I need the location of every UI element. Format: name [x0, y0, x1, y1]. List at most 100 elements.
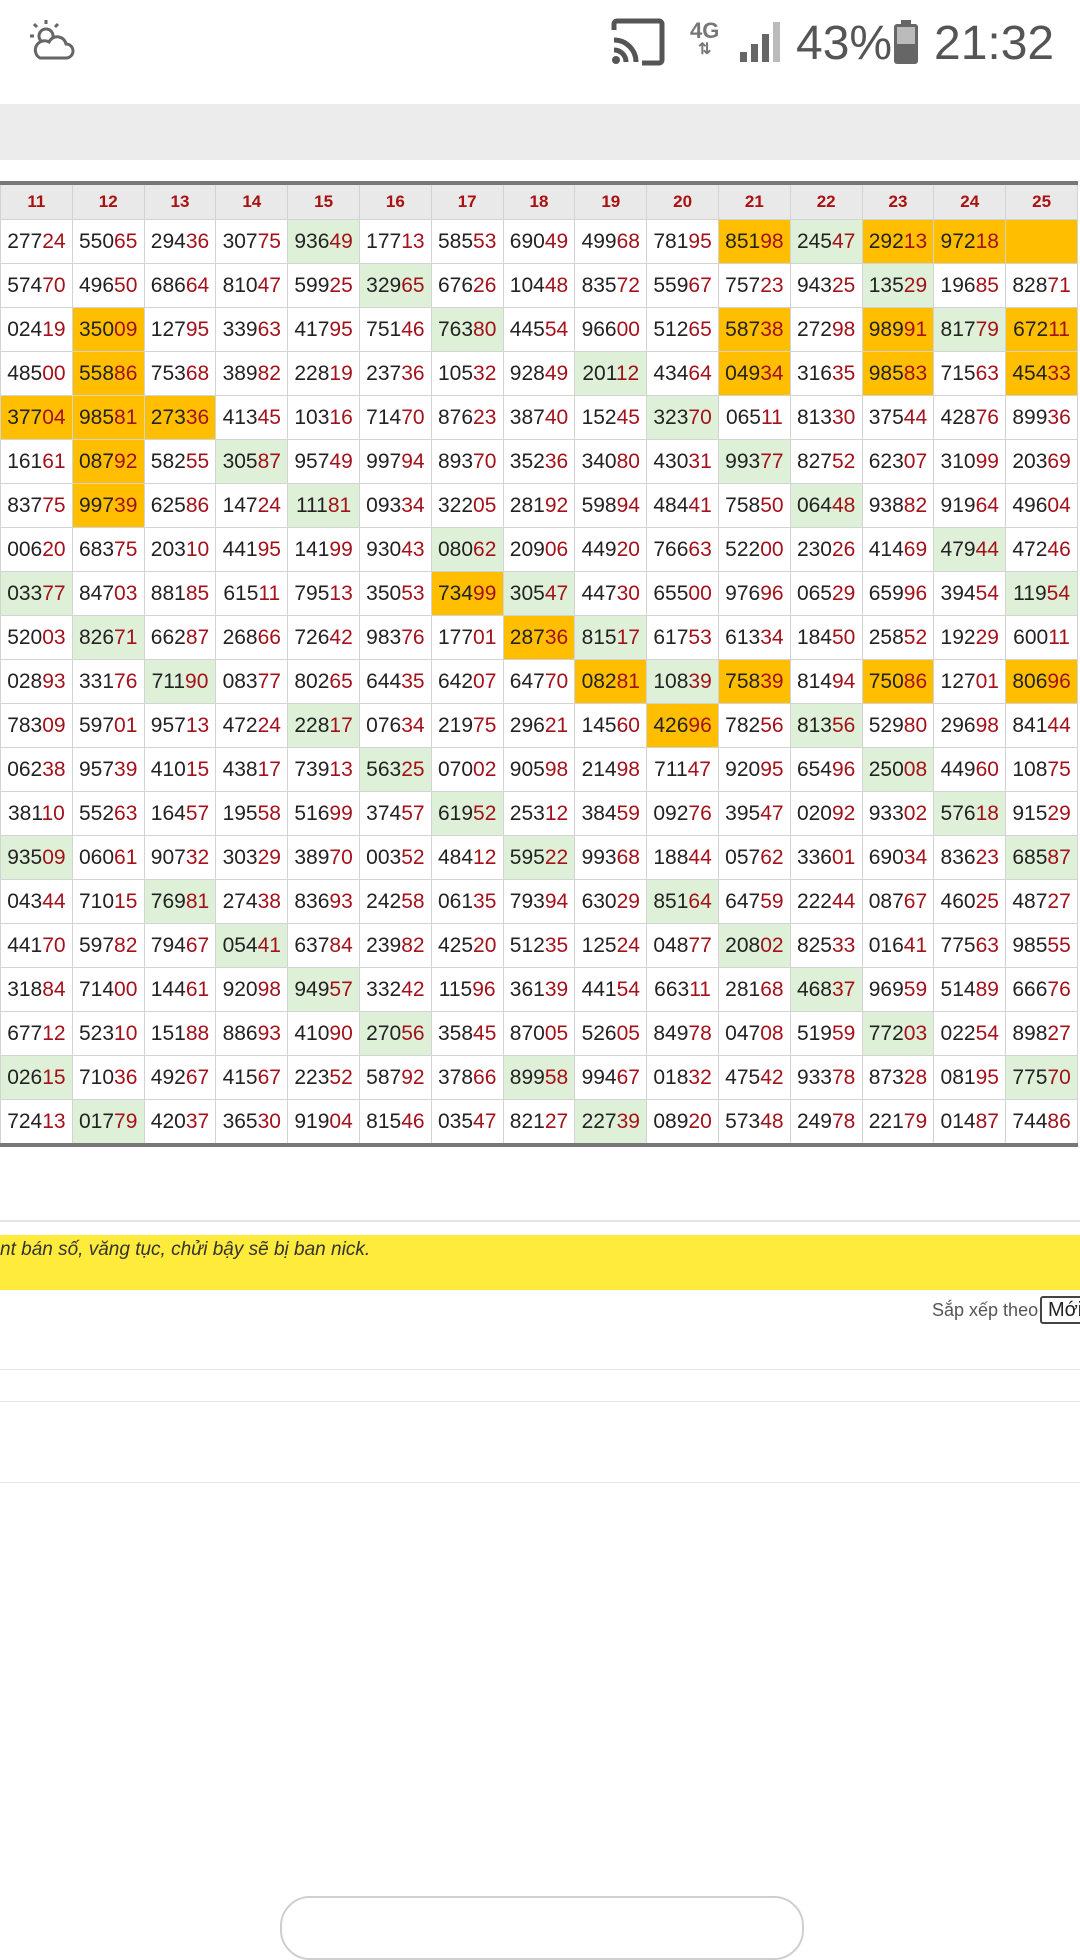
table-cell: 36139 — [502, 967, 576, 1012]
table-cell: 08281 — [574, 659, 648, 704]
table-cell: 22819 — [287, 351, 360, 396]
table-cell: 58792 — [358, 1055, 432, 1100]
column-header: 18 — [502, 182, 576, 220]
table-cell: 75839 — [717, 659, 791, 704]
table-cell: 83775 — [0, 483, 73, 528]
table-cell: 08792 — [71, 439, 145, 484]
table-cell: 04934 — [717, 351, 791, 396]
table-cell: 66287 — [143, 615, 217, 660]
table-cell: 24258 — [358, 879, 432, 924]
table-cell: 59925 — [287, 263, 360, 308]
table-cell: 02254 — [933, 1011, 1007, 1056]
table-cell: 59782 — [71, 923, 145, 968]
table-cell: 71190 — [143, 659, 217, 704]
table-cell: 77563 — [933, 923, 1007, 968]
table-cell: 95739 — [71, 747, 145, 792]
table-cell: 48441 — [646, 483, 719, 528]
table-cell: 08377 — [215, 659, 289, 704]
table-cell: 91964 — [933, 483, 1007, 528]
table-cell: 93882 — [861, 483, 935, 528]
table-cell: 32205 — [430, 483, 504, 528]
battery-icon — [894, 20, 918, 64]
sort-select[interactable]: Mới — [1040, 1296, 1080, 1324]
table-cell: 25312 — [502, 791, 576, 836]
table-cell: 36530 — [215, 1099, 289, 1146]
table-cell: 19229 — [933, 615, 1007, 660]
table-cell: 20310 — [143, 527, 217, 572]
table-cell: 11596 — [430, 967, 504, 1012]
table-cell: 61753 — [646, 615, 719, 660]
table-cell: 25008 — [861, 747, 935, 792]
table-cell: 62586 — [143, 483, 217, 528]
table-cell: 98376 — [358, 615, 432, 660]
table-cell: 41469 — [861, 527, 935, 572]
table-cell: 87623 — [430, 395, 504, 440]
table-cell: 43464 — [646, 351, 719, 396]
table-cell: 35053 — [358, 571, 432, 616]
table-cell: 77570 — [1005, 1055, 1078, 1100]
table-cell: 35009 — [71, 307, 145, 352]
table-cell: 30547 — [502, 571, 576, 616]
table-cell: 71563 — [933, 351, 1007, 396]
table-cell: 99377 — [717, 439, 791, 484]
table-cell: 20369 — [1005, 439, 1078, 484]
table-row: 06238 95739 41015 43817 73913 56325 07002 90598… — [0, 747, 1078, 792]
table-cell: 58738 — [717, 307, 791, 352]
table-cell: 47224 — [215, 703, 289, 748]
table-cell: 81779 — [933, 307, 1007, 352]
table-cell: 89827 — [1005, 1011, 1078, 1056]
comment-input-pill[interactable] — [280, 1896, 804, 1960]
table-cell: 59894 — [574, 483, 648, 528]
table-cell: 98581 — [71, 395, 145, 440]
table-cell: 71147 — [646, 747, 719, 792]
column-header: 15 — [287, 182, 360, 220]
column-header: 20 — [646, 182, 719, 220]
table-cell: 80696 — [1005, 659, 1078, 704]
table-cell: 46025 — [933, 879, 1007, 924]
table-cell: 90598 — [502, 747, 576, 792]
table-cell: 52310 — [71, 1011, 145, 1056]
table-header-row: 11 12 13 14 15 16 17 18 19 20 21 22 23 24 25 — [0, 182, 1078, 220]
divider — [0, 1369, 1080, 1370]
table-cell: 67211 — [1005, 307, 1078, 352]
table-cell: 01779 — [71, 1099, 145, 1146]
table-cell: 01641 — [861, 923, 935, 968]
table-cell: 73499 — [430, 571, 504, 616]
divider — [0, 1401, 1080, 1402]
table-cell: 42037 — [143, 1099, 217, 1146]
table-row: 02893 33176 71190 08377 80265 64435 64207 64770… — [0, 659, 1078, 704]
table-cell: 39454 — [933, 571, 1007, 616]
table-cell: 04877 — [646, 923, 719, 968]
table-row: 38110 55263 16457 19558 51699 37457 61952 25312… — [0, 791, 1078, 836]
table-cell: 79467 — [143, 923, 217, 968]
table-row: 72413 01779 42037 36530 91904 81546 03547 82127… — [0, 1099, 1078, 1146]
table-cell: 24978 — [789, 1099, 863, 1146]
table-row: 48500 55886 75368 38982 22819 23736 10532 92849… — [0, 351, 1078, 396]
table-cell: 18450 — [789, 615, 863, 660]
table-cell: 31884 — [0, 967, 73, 1012]
table-cell: 09334 — [358, 483, 432, 528]
table-cell: 66676 — [1005, 967, 1078, 1012]
table-cell: 44960 — [933, 747, 1007, 792]
table-cell: 51265 — [646, 307, 719, 352]
table-cell: 83572 — [574, 263, 648, 308]
table-cell: 08062 — [430, 527, 504, 572]
table-cell: 95713 — [143, 703, 217, 748]
table-cell: 10316 — [287, 395, 360, 440]
table-cell: 98991 — [861, 307, 935, 352]
table-cell: 67712 — [0, 1011, 73, 1056]
table-cell: 92849 — [502, 351, 576, 396]
table-cell: 89958 — [502, 1055, 576, 1100]
table-cell: 21498 — [574, 747, 648, 792]
table-cell: 93649 — [287, 219, 360, 264]
table-cell: 47944 — [933, 527, 1007, 572]
table-row: 67712 52310 15188 88693 41090 27056 35845 87005… — [0, 1011, 1078, 1056]
table-cell: 59522 — [502, 835, 576, 880]
table-cell: 27438 — [215, 879, 289, 924]
table-row: 37704 98581 27336 41345 10316 71470 87623 38740… — [0, 395, 1078, 440]
table-cell: 31635 — [789, 351, 863, 396]
table-cell: 10839 — [646, 659, 719, 704]
table-cell: 22352 — [287, 1055, 360, 1100]
table-cell: 44195 — [215, 527, 289, 572]
table-cell: 90732 — [143, 835, 217, 880]
